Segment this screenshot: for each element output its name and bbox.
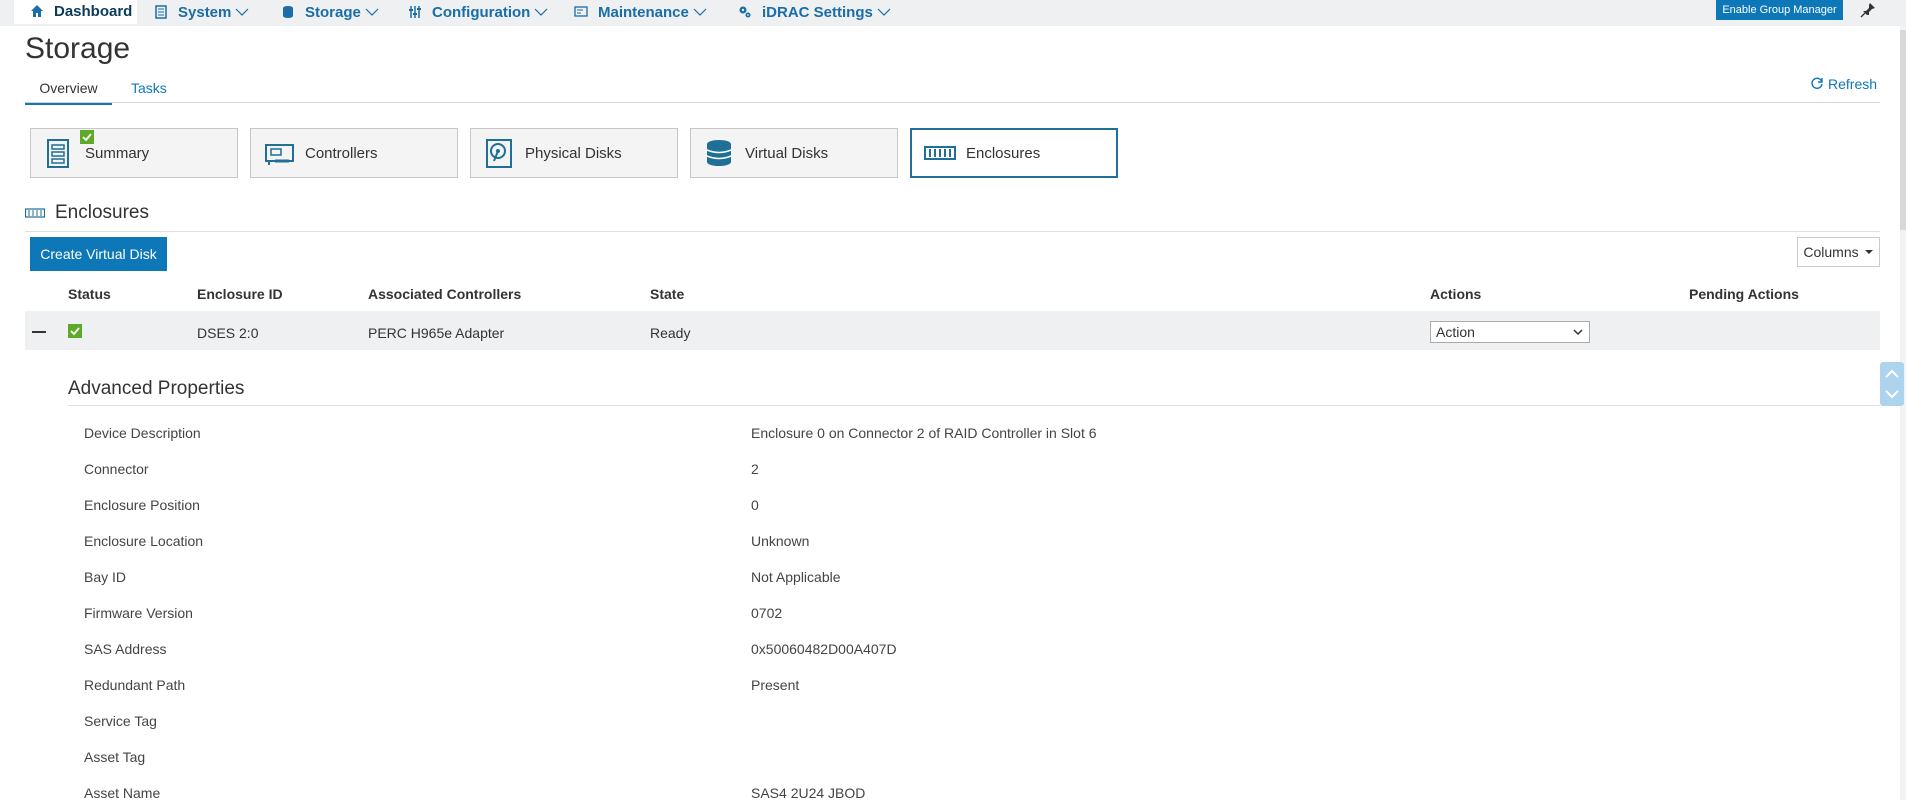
status-ok-icon — [68, 324, 82, 338]
col-header-pending-actions: Pending Actions — [1689, 286, 1799, 302]
nav-configuration[interactable]: Configuration — [408, 0, 548, 24]
card-virtual-disks-label: Virtual Disks — [745, 144, 829, 162]
refresh-button[interactable]: Refresh — [1810, 76, 1877, 92]
enable-group-manager-button[interactable]: Enable Group Manager — [1716, 0, 1843, 20]
refresh-icon — [1811, 77, 1823, 89]
chevron-down-icon — [877, 8, 891, 16]
card-physical-disks-label: Physical Disks — [525, 144, 622, 162]
page-scrollbar-thumb[interactable] — [1900, 30, 1906, 230]
enclosure-icon — [924, 146, 956, 160]
create-virtual-disk-button[interactable]: Create Virtual Disk — [30, 237, 167, 271]
col-header-actions: Actions — [1430, 286, 1482, 302]
prop-value: 0 — [751, 497, 759, 513]
pin-icon[interactable] — [1860, 2, 1876, 18]
card-controllers-label: Controllers — [305, 144, 378, 162]
section-title: Enclosures — [25, 202, 149, 224]
nav-dashboard[interactable]: Dashboard — [14, 0, 137, 24]
divider — [25, 102, 1880, 103]
server-icon — [155, 5, 167, 19]
divider — [25, 231, 1880, 232]
controller-icon — [265, 144, 294, 165]
enclosure-icon — [25, 208, 45, 218]
chevron-up-icon[interactable] — [1880, 364, 1904, 384]
col-header-state[interactable]: State — [650, 286, 684, 302]
page-title: Storage — [25, 32, 131, 65]
check-icon — [80, 130, 94, 144]
nav-system[interactable]: System — [154, 0, 249, 24]
gears-icon — [739, 6, 751, 18]
prop-label: Asset Tag — [84, 749, 146, 765]
prop-label: SAS Address — [84, 641, 167, 657]
virtual-disk-icon — [706, 140, 732, 166]
monitor-icon — [574, 6, 588, 17]
prop-label: Firmware Version — [84, 605, 193, 621]
card-enclosures[interactable]: Enclosures — [910, 128, 1118, 178]
cell-enclosure-id: DSES 2:0 — [197, 325, 259, 341]
action-select[interactable]: Action — [1430, 321, 1590, 343]
prop-value: SAS4 2U24 JBOD — [751, 785, 866, 801]
card-physical-disks[interactable]: Physical Disks — [470, 128, 678, 178]
chevron-down-icon[interactable] — [1880, 384, 1904, 404]
prop-value: Not Applicable — [751, 569, 841, 585]
home-icon — [31, 5, 43, 17]
nav-storage-label: Storage — [305, 3, 361, 21]
nav-dashboard-label: Dashboard — [54, 2, 133, 20]
col-header-status[interactable]: Status — [68, 286, 111, 302]
nav-system-label: System — [178, 3, 232, 21]
physical-disk-icon — [486, 139, 512, 168]
action-select-value: Action — [1436, 324, 1475, 340]
refresh-label: Refresh — [1828, 76, 1878, 92]
section-title-label: Enclosures — [55, 202, 149, 223]
nav-idrac-settings[interactable]: iDRAC Settings — [738, 0, 891, 24]
summary-icon — [47, 139, 69, 168]
prop-label: Redundant Path — [84, 677, 186, 693]
card-summary[interactable]: Summary — [30, 128, 238, 178]
columns-button[interactable]: Columns — [1797, 237, 1880, 267]
card-summary-label: Summary — [85, 144, 150, 162]
chevron-down-icon — [1573, 329, 1583, 336]
advanced-properties-title: Advanced Properties — [68, 378, 245, 399]
table-row — [25, 311, 1880, 350]
col-header-enclosure-id[interactable]: Enclosure ID — [197, 286, 283, 302]
chevron-down-icon — [235, 8, 249, 16]
prop-label: Enclosure Location — [84, 533, 204, 549]
database-icon — [283, 6, 293, 18]
cell-state: Ready — [650, 325, 691, 341]
prop-value: 0702 — [751, 605, 783, 621]
card-enclosures-label: Enclosures — [966, 144, 1041, 162]
card-virtual-disks[interactable]: Virtual Disks — [690, 128, 898, 178]
nav-storage[interactable]: Storage — [281, 0, 379, 24]
prop-value: 0x50060482D00A407D — [751, 641, 897, 657]
prop-label: Service Tag — [84, 713, 157, 729]
sliders-icon — [409, 6, 421, 18]
card-controllers[interactable]: Controllers — [250, 128, 458, 178]
cell-controllers: PERC H965e Adapter — [368, 325, 505, 341]
tab-tasks[interactable]: Tasks — [131, 80, 167, 96]
scroll-nav-widget[interactable] — [1880, 362, 1904, 406]
nav-maintenance-label: Maintenance — [598, 3, 689, 21]
col-header-controllers[interactable]: Associated Controllers — [368, 286, 521, 302]
collapse-icon[interactable] — [32, 331, 46, 333]
prop-label: Device Description — [84, 425, 201, 441]
prop-value: Present — [751, 677, 800, 693]
nav-idrac-settings-label: iDRAC Settings — [762, 3, 873, 21]
chevron-down-icon — [693, 8, 707, 16]
top-nav: Dashboard System Storage Configuration M… — [0, 0, 1906, 26]
chevron-down-icon — [365, 8, 379, 16]
divider — [68, 405, 1880, 406]
prop-value: Unknown — [751, 533, 810, 549]
prop-label: Enclosure Position — [84, 497, 200, 513]
prop-value: 2 — [751, 461, 759, 477]
prop-label: Connector — [84, 461, 149, 477]
nav-maintenance[interactable]: Maintenance — [574, 0, 707, 24]
columns-label: Columns — [1803, 244, 1859, 260]
prop-value: Enclosure 0 on Connector 2 of RAID Contr… — [751, 425, 1097, 441]
chevron-down-icon — [534, 8, 548, 16]
caret-down-icon — [1864, 250, 1873, 254]
prop-label: Bay ID — [84, 569, 127, 585]
prop-label: Asset Name — [84, 785, 161, 801]
nav-configuration-label: Configuration — [432, 3, 531, 21]
